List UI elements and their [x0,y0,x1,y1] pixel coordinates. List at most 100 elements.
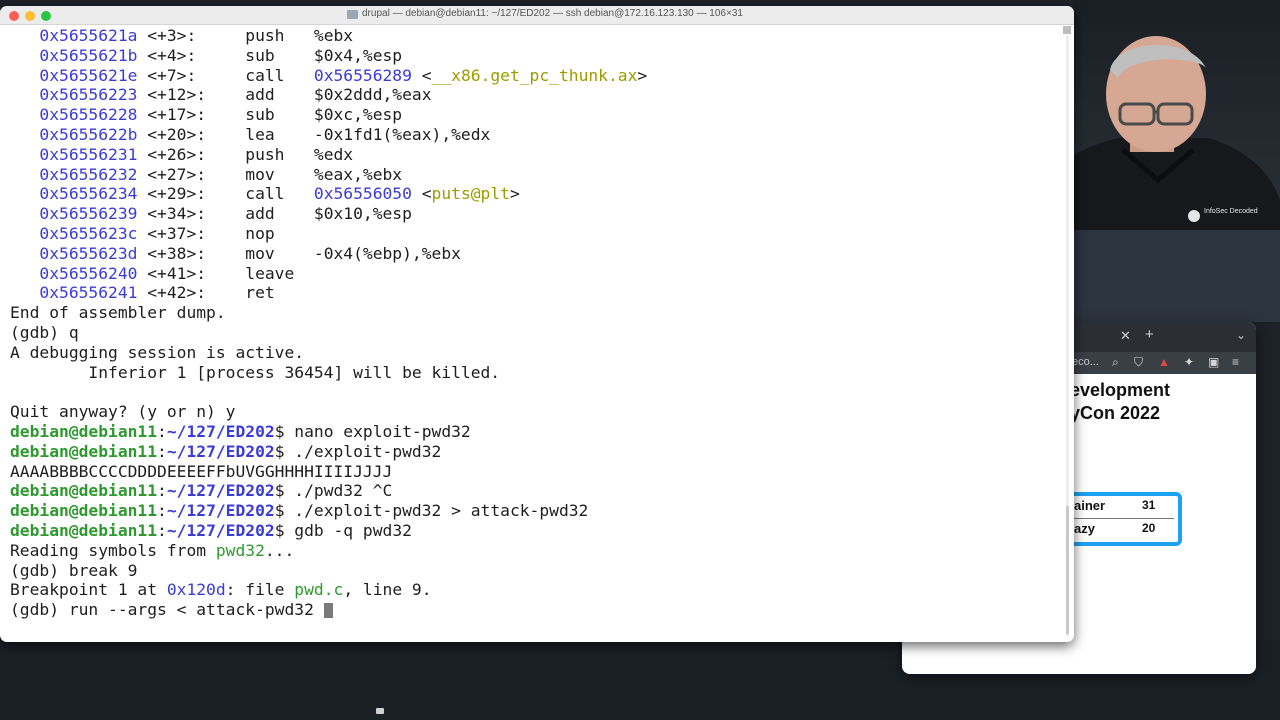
asm-address: 0x56556234 [10,184,138,204]
terminal-line: AAAABBBBCCCCDDDDEEEEFFbUVGGHHHHIIIIJJJJ [10,461,393,481]
shell-prompt-line: debian@debian11:~/127/ED202$ gdb -q pwd3… [10,521,647,541]
shell-prompt-line: debian@debian11:~/127/ED202$ ./pwd32 ^C [10,481,647,501]
asm-line: 0x56556223 <+12>: add $0x2ddd,%eax [10,85,647,105]
asm-operands: -0x1fd1(%eax),%edx [313,124,491,144]
shirt-logo: InfoSec Decoded [1204,208,1258,215]
chevron-down-icon[interactable]: ⌄ [1236,328,1246,342]
score-row: ainer 31 [1074,497,1174,515]
rewards-icon[interactable]: ▲ [1158,355,1170,369]
asm-instruction: <+42>: ret [137,283,314,303]
scoreboard: ainer 31 azy 20 [1060,492,1182,546]
gdb-command: (gdb) run --args < attack-pwd32 [10,600,324,620]
terminal-window[interactable]: drupal — debian@debian11: ~/127/ED202 — … [0,6,1074,642]
text-cursor [323,603,333,619]
prompt-user: debian@debian11 [10,421,158,441]
score-name: ainer [1074,498,1106,513]
asm-address: 0x5655623c [10,223,138,243]
terminal-line: Quit anyway? (y or n) y [10,402,236,422]
asm-instruction: <+41>: leave [137,263,314,283]
asm-instruction: <+34>: add [137,204,314,224]
prompt-end: $ [274,481,295,501]
prompt-user: debian@debian11 [10,501,158,521]
bp-suffix: , line 9. [343,580,432,600]
asm-line: 0x56556232 <+27>: mov %eax,%ebx [10,165,647,185]
extensions-icon[interactable]: ✦ [1184,355,1194,369]
asm-operands: %edx [313,144,354,164]
address-bar[interactable]: eco... [1072,356,1099,368]
asm-address: 0x56556232 [10,164,138,184]
assembler-dump: 0x5655621a <+3>: push %ebx 0x5655621b <+… [10,26,647,303]
call-symbol: __x86.get_pc_thunk.ax [431,65,638,85]
bp-mid: : file [225,580,295,600]
minimize-button[interactable] [25,11,35,21]
asm-instruction: <+3>: push [137,26,314,45]
prompt-end: $ [274,441,295,461]
prompt-path: ~/127/ED202 [166,421,275,441]
asm-operands: $0x4,%esp [313,45,403,65]
asm-bracket: > [509,184,520,204]
terminal-line: (gdb) break 9 [10,560,138,580]
terminal-line: A debugging session is active. [10,342,305,362]
asm-line: 0x5655622b <+20>: lea -0x1fd1(%eax),%edx [10,125,647,145]
prompt-path: ~/127/ED202 [166,441,275,461]
call-address: 0x56556289 [313,65,412,85]
binary-name: pwd32 [215,540,265,560]
scrollbar-thumb[interactable] [1066,506,1069,634]
call-symbol: puts@plt [431,184,510,204]
asm-instruction: <+29>: call [137,184,314,204]
asm-address: 0x5655621b [10,45,138,65]
asm-instruction: <+20>: lea [137,124,314,144]
prompt-user: debian@debian11 [10,441,158,461]
terminal-line: Reading symbols from pwd32... [10,541,647,561]
folder-icon [347,10,358,19]
asm-line: 0x5655621a <+3>: push %ebx [10,26,647,46]
asm-operands: %eax,%ebx [313,164,403,184]
scroll-up-button[interactable] [1063,26,1071,34]
prompt-user: debian@debian11 [10,520,158,540]
prompt-path: ~/127/ED202 [166,481,275,501]
prompt-sep: : [157,520,167,540]
asm-instruction: <+37>: nop [137,223,314,243]
score-value: 20 [1142,521,1156,535]
zoom-button[interactable] [41,11,51,21]
terminal-titlebar[interactable]: drupal — debian@debian11: ~/127/ED202 — … [0,6,1074,25]
prompt-user: debian@debian11 [10,481,158,501]
menu-icon[interactable]: ≡ [1232,355,1239,369]
reading-prefix: Reading symbols from [10,540,216,560]
asm-address: 0x56556239 [10,204,138,224]
shield-icon[interactable]: ⛉ [1134,355,1143,370]
close-tab-icon[interactable]: ✕ [1120,328,1131,344]
gdb-input-line[interactable]: (gdb) run --args < attack-pwd32 [10,600,647,620]
close-button[interactable] [9,11,19,21]
search-icon[interactable]: ⌕ [1112,355,1119,370]
asm-operands: -0x4(%ebp),%ebx [313,243,461,263]
new-tab-icon[interactable]: + [1145,326,1154,343]
asm-operands: $0xc,%esp [313,105,403,125]
prompt-sep: : [157,421,167,441]
asm-bracket: > [637,65,648,85]
asm-address: 0x5655621e [10,65,138,85]
shell-prompt-line: debian@debian11:~/127/ED202$ ./exploit-p… [10,501,647,521]
shell-command: nano exploit-pwd32 [294,421,471,441]
slide-title-line-2: yCon 2022 [1070,403,1161,423]
asm-bracket: < [411,184,432,204]
asm-address: 0x56556228 [10,105,138,125]
asm-operands: %ebx [313,26,354,45]
wallet-icon[interactable]: ▣ [1208,355,1219,369]
asm-instruction: <+26>: push [137,144,314,164]
asm-line: 0x5655623d <+38>: mov -0x4(%ebp),%ebx [10,244,647,264]
asm-address: 0x56556223 [10,85,138,105]
terminal-line: Breakpoint 1 at 0x120d: file pwd.c, line… [10,580,647,600]
asm-line: 0x56556231 <+26>: push %edx [10,145,647,165]
bp-file: pwd.c [294,580,344,600]
asm-instruction: <+27>: mov [137,164,314,184]
asm-instruction: <+17>: sub [137,105,314,125]
asm-instruction: <+38>: mov [137,243,314,263]
prompt-path: ~/127/ED202 [166,520,275,540]
prompt-end: $ [274,501,295,521]
asm-line: 0x56556228 <+17>: sub $0xc,%esp [10,105,647,125]
prompt-sep: : [157,481,167,501]
prompt-sep: : [157,501,167,521]
terminal-output[interactable]: 0x5655621a <+3>: push %ebx 0x5655621b <+… [10,26,647,620]
